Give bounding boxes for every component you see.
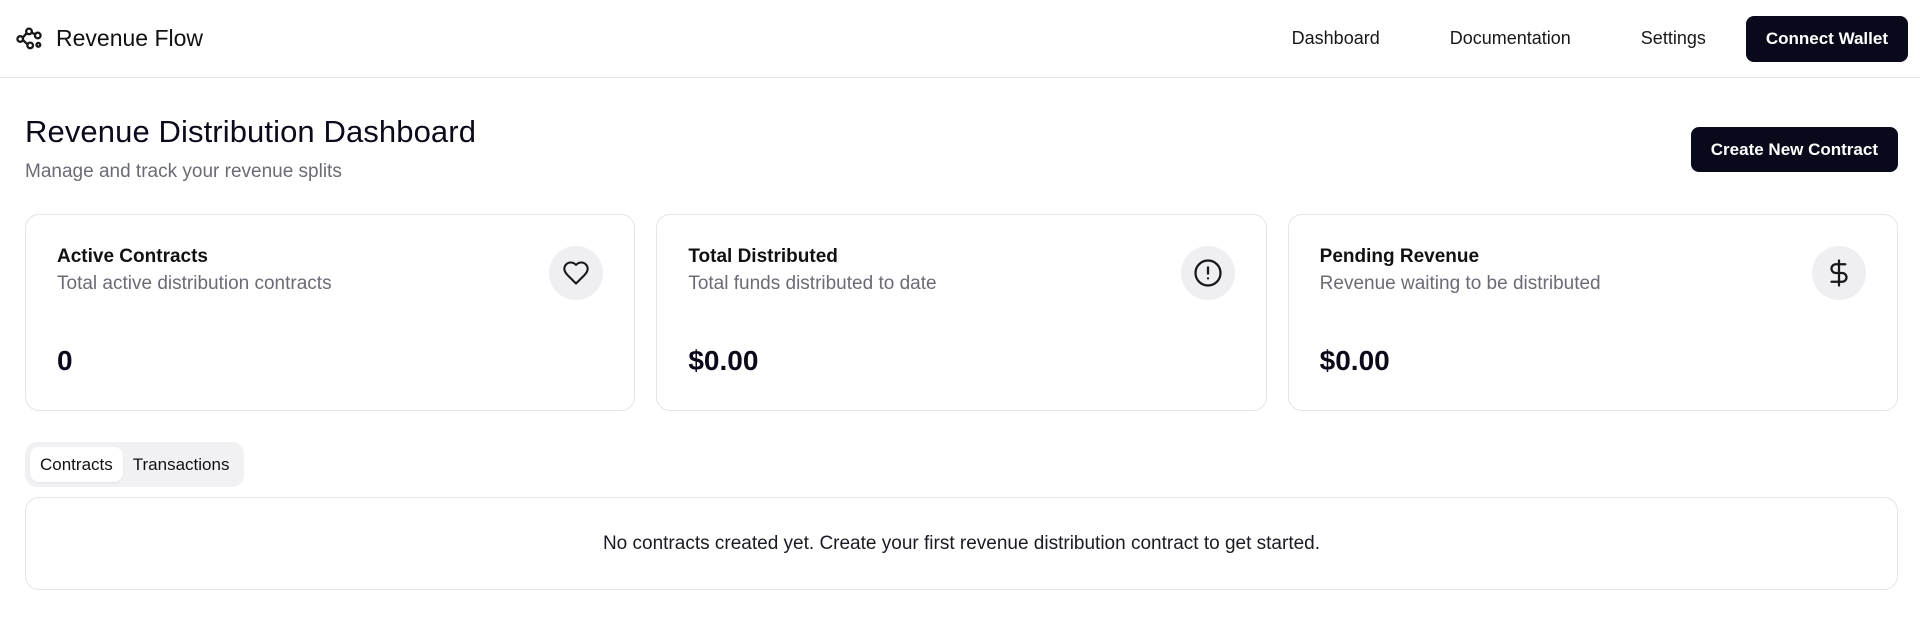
tab-transactions[interactable]: Transactions xyxy=(123,447,240,482)
card-description: Revenue waiting to be distributed xyxy=(1319,273,1601,294)
card-title: Total Distributed xyxy=(688,246,838,267)
nav-link-settings[interactable]: Settings xyxy=(1606,28,1741,49)
page-title: Revenue Distribution Dashboard xyxy=(25,114,477,149)
page-subtitle: Manage and track your revenue splits xyxy=(25,161,342,182)
stats-cards: Active Contracts Total active distributi… xyxy=(25,214,1898,411)
main-content: Revenue Distribution Dashboard Manage an… xyxy=(0,78,1920,590)
card-value: $0.00 xyxy=(688,345,759,376)
main-nav: Dashboard Documentation Settings Connect… xyxy=(1257,15,1908,62)
brand[interactable]: Revenue Flow xyxy=(14,24,203,54)
tab-contracts[interactable]: Contracts xyxy=(30,447,123,482)
contracts-panel: No contracts created yet. Create your fi… xyxy=(25,497,1898,590)
nav-link-documentation[interactable]: Documentation xyxy=(1415,28,1606,49)
card-title: Active Contracts xyxy=(57,246,208,267)
page-header: Revenue Distribution Dashboard Manage an… xyxy=(25,78,1898,183)
heart-icon xyxy=(549,246,604,300)
card-value: $0.00 xyxy=(1319,345,1390,376)
connect-wallet-button[interactable]: Connect Wallet xyxy=(1745,15,1908,62)
dollar-icon xyxy=(1811,246,1866,300)
create-contract-button[interactable]: Create New Contract xyxy=(1690,127,1898,172)
top-header: Revenue Flow Dashboard Documentation Set… xyxy=(0,0,1920,78)
card-description: Total active distribution contracts xyxy=(57,273,332,294)
app-name: Revenue Flow xyxy=(56,25,204,51)
alert-circle-icon xyxy=(1180,246,1235,300)
view-tabs: Contracts Transactions xyxy=(25,442,245,487)
nav-link-dashboard[interactable]: Dashboard xyxy=(1257,28,1415,49)
stat-card-active-contracts: Active Contracts Total active distributi… xyxy=(25,214,636,411)
empty-state-message: No contracts created yet. Create your fi… xyxy=(602,532,1321,554)
network-icon xyxy=(14,24,44,54)
card-description: Total funds distributed to date xyxy=(688,273,937,294)
card-value: 0 xyxy=(57,345,73,376)
stat-card-total-distributed: Total Distributed Total funds distribute… xyxy=(656,214,1267,411)
card-title: Pending Revenue xyxy=(1319,246,1480,267)
stat-card-pending-revenue: Pending Revenue Revenue waiting to be di… xyxy=(1287,214,1898,411)
